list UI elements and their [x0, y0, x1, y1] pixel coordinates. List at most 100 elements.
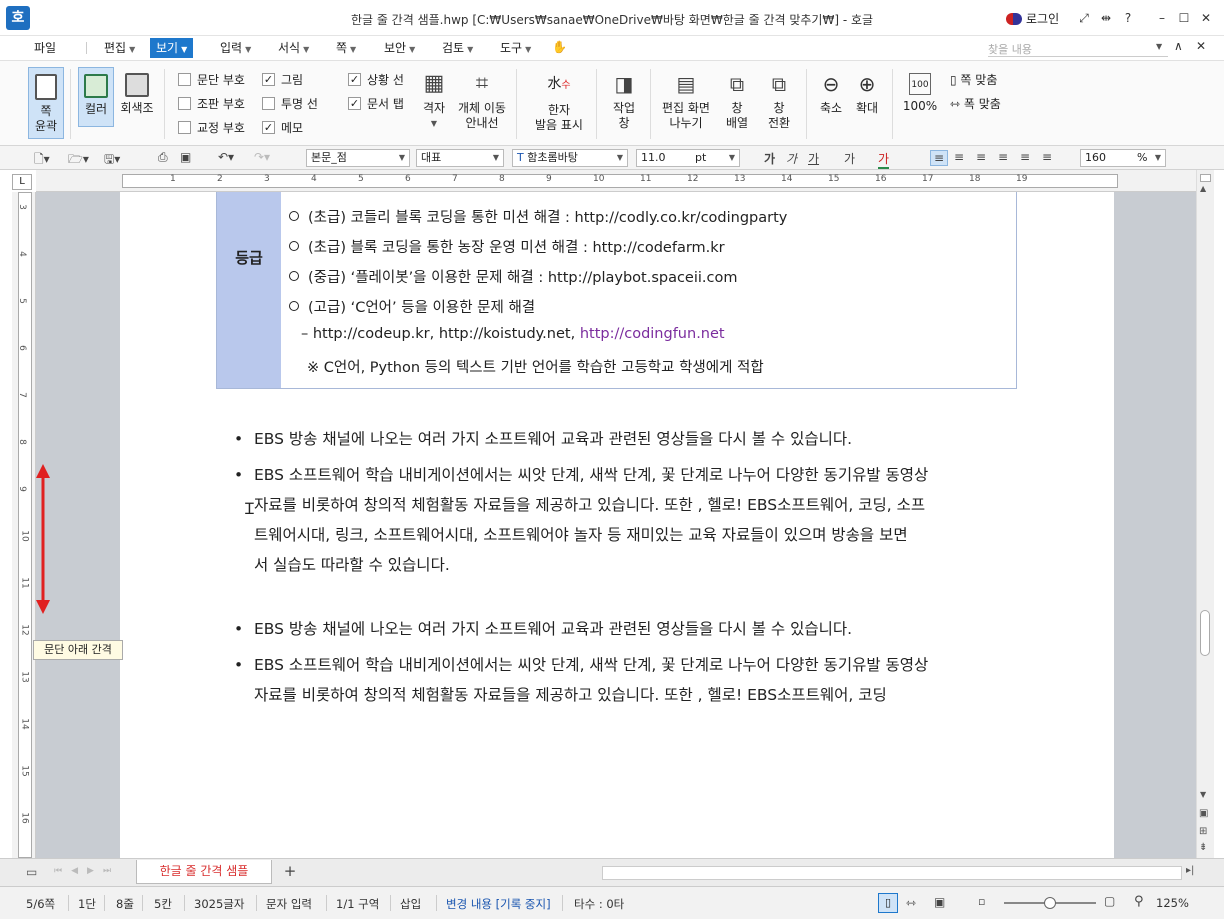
checkbox-transparent-line[interactable]: 투명 선 — [262, 93, 318, 113]
align-split-icon[interactable]: ≡ — [1042, 150, 1052, 164]
status-zoom[interactable]: 125% — [1156, 896, 1189, 910]
view-page-icon[interactable]: ▣ — [934, 895, 945, 909]
align-justify-icon[interactable]: ≡ — [930, 150, 948, 166]
zoom-out-button[interactable]: ⊖ 축소 — [816, 71, 846, 116]
new-doc-icon[interactable]: 🗋▾ — [34, 150, 50, 171]
object-guide-button[interactable]: ⌗ 개체 이동 안내선 — [456, 71, 508, 131]
zoom-field[interactable]: 160% ▼ — [1080, 149, 1166, 167]
chevron-down-icon: ▼ — [492, 153, 499, 162]
vertical-scrollbar[interactable]: ▲ ▼ ▣ ⊞ ⇟ — [1196, 170, 1214, 858]
window-switch-button[interactable]: ⧉ 창 전환 — [760, 71, 798, 131]
horizontal-ruler[interactable]: 1 2 3 4 5 6 7 8 9 10 11 12 13 14 15 16 17 18 19 — [36, 170, 1196, 192]
horizontal-scrollbar[interactable] — [602, 866, 1182, 880]
menu-file[interactable]: 파일 — [28, 38, 62, 58]
find-input[interactable]: 찾을 내용 — [988, 41, 1168, 57]
print-icon[interactable]: ⎙ — [158, 150, 168, 165]
document-area[interactable]: 등급 (초급) 코들리 블록 코딩을 통한 미션 해결 : http://cod… — [36, 192, 1196, 858]
view-normal-icon[interactable]: ▯ — [878, 893, 898, 913]
preview-icon[interactable]: ▣ — [180, 150, 191, 164]
tab-list-icon[interactable]: ▭ — [26, 865, 37, 879]
grayscale-button[interactable]: 회색조 — [118, 67, 156, 127]
pin-icon[interactable]: ✋ — [552, 40, 567, 54]
zoom-min-icon[interactable]: ▫ — [978, 895, 985, 908]
collapse-ribbon-icon[interactable]: ∧ — [1174, 39, 1183, 53]
align-distribute-icon[interactable]: ≡ — [1020, 150, 1030, 164]
add-tab-button[interactable]: + — [276, 862, 304, 882]
next-page-icon[interactable]: ⇟ — [1199, 842, 1207, 853]
scroll-thumb[interactable] — [1200, 610, 1210, 656]
checkbox-memo[interactable]: ✓ 메모 — [262, 117, 318, 137]
align-left-icon[interactable]: ≡ — [954, 150, 964, 164]
vertical-ruler[interactable]: 3 4 5 6 7 8 9 10 11 12 13 14 15 16 — [12, 192, 36, 858]
menu-insert[interactable]: 입력 ▼ — [214, 38, 257, 58]
checkbox-status-bar[interactable]: ✓ 상황 선 — [348, 69, 404, 89]
tab-document[interactable]: 한글 줄 간격 샘플 — [136, 860, 272, 884]
find-dropdown-icon[interactable]: ▼ — [1156, 42, 1162, 51]
prev-page-icon[interactable]: ▣ — [1199, 808, 1208, 819]
menu-tools[interactable]: 도구 ▼ — [494, 38, 537, 58]
underline-button[interactable]: 가 — [808, 150, 819, 167]
menu-review[interactable]: 검토 ▼ — [436, 38, 479, 58]
language-select[interactable]: 대표 ▼ — [416, 149, 504, 167]
fit-width-button[interactable]: ⇿ 폭 맞춤 — [950, 95, 1001, 112]
split-screen-button[interactable]: ▤ 편집 화면 나누기 — [658, 71, 714, 131]
work-window-button[interactable]: ◨ 작업 창 — [606, 71, 642, 131]
align-right-icon[interactable]: ≡ — [998, 150, 1008, 164]
redo-icon[interactable]: ↷▾ — [254, 150, 270, 164]
checkbox-picture[interactable]: ✓ 그림 — [262, 69, 318, 89]
fullscreen-icon[interactable]: ⤢ — [1074, 8, 1094, 28]
minimize-button[interactable]: – — [1152, 8, 1172, 28]
scroll-split-handle[interactable] — [1200, 174, 1211, 182]
zoom-in-button[interactable]: ⊕ 확대 — [852, 71, 882, 116]
zoom-slider-thumb[interactable] — [1044, 897, 1056, 909]
scroll-split-handle[interactable]: ▸| — [1186, 865, 1194, 876]
font-color-button[interactable]: 가 — [878, 150, 890, 169]
window-arrange-button[interactable]: ⧉ 창 배열 — [720, 71, 754, 131]
ribbon-close-icon[interactable]: ✕ — [1196, 39, 1206, 53]
split-view-icon[interactable]: ⇹ — [1096, 8, 1116, 28]
close-button[interactable]: ✕ — [1196, 8, 1216, 28]
bold-button[interactable]: 가 — [764, 150, 775, 167]
color-button[interactable]: 컬러 — [78, 67, 114, 127]
checkbox-doc-tab[interactable]: ✓ 문서 탭 — [348, 93, 404, 113]
undo-icon[interactable]: ↶▾ — [218, 150, 234, 164]
view-width-icon[interactable]: ⇿ — [906, 896, 916, 910]
save-icon[interactable]: 🖫▾ — [104, 150, 120, 171]
align-center-icon[interactable]: ≡ — [976, 150, 986, 164]
menu-format[interactable]: 서식 ▼ — [272, 38, 315, 58]
strike-button[interactable]: 가 — [844, 150, 855, 167]
checkbox-paragraph-mark[interactable]: 문단 부호 — [178, 69, 245, 89]
ruler-corner-icon[interactable]: L — [12, 174, 32, 190]
fit-page-button[interactable]: ▯ 쪽 맞춤 — [950, 71, 997, 88]
font-select[interactable]: T 함초롬바탕 ▼ — [512, 149, 628, 167]
status-insert[interactable]: 삽입 — [400, 896, 421, 912]
magnifier-icon[interactable]: ⚲ — [1134, 894, 1144, 909]
italic-button[interactable]: 가 — [786, 150, 797, 167]
maximize-button[interactable]: ☐ — [1174, 8, 1194, 28]
checkbox-control-mark[interactable]: 조판 부호 — [178, 93, 245, 113]
open-folder-icon[interactable]: 🗁▾ — [68, 150, 89, 171]
document-page[interactable]: 등급 (초급) 코들리 블록 코딩을 통한 미션 해결 : http://cod… — [120, 192, 1114, 858]
hanja-pronunciation-button[interactable]: 水수 한자 발음 표시 — [530, 71, 588, 133]
zoom-max-icon[interactable]: ▢ — [1104, 894, 1115, 908]
status-input-mode[interactable]: 문자 입력 — [266, 896, 312, 912]
menu-view[interactable]: 보기 ▼ — [150, 38, 194, 58]
help-icon[interactable]: ? — [1118, 8, 1138, 28]
checkbox-proof-mark[interactable]: 교정 부호 — [178, 117, 245, 137]
menu-security[interactable]: 보안 ▼ — [378, 38, 421, 58]
scroll-up-icon[interactable]: ▲ — [1200, 184, 1206, 193]
page-jump-icon[interactable]: ⊞ — [1199, 826, 1207, 837]
tab-nav-icon[interactable]: ⏮◀▶⏭ — [54, 866, 120, 876]
menu-page[interactable]: 쪽 ▼ — [330, 38, 362, 58]
status-page[interactable]: 5/6쪽 — [26, 896, 55, 912]
codingfun-link[interactable]: http://codingfun.net — [580, 326, 725, 342]
zoom-100-button[interactable]: 100 100% — [900, 71, 940, 114]
scroll-down-icon[interactable]: ▼ — [1200, 790, 1206, 799]
page-outline-button[interactable]: 쪽 윤곽 — [28, 67, 64, 139]
status-track-changes[interactable]: 변경 내용 [기록 중지] — [446, 896, 551, 912]
grid-button[interactable]: ▦ 격자 ▼ — [418, 71, 450, 131]
login-button[interactable]: 로그인 — [1006, 10, 1059, 27]
font-size-field[interactable]: 11.0 pt ▼ — [636, 149, 740, 167]
style-select[interactable]: 본문_점 ▼ — [306, 149, 410, 167]
menu-edit[interactable]: 편집 ▼ — [98, 38, 141, 58]
